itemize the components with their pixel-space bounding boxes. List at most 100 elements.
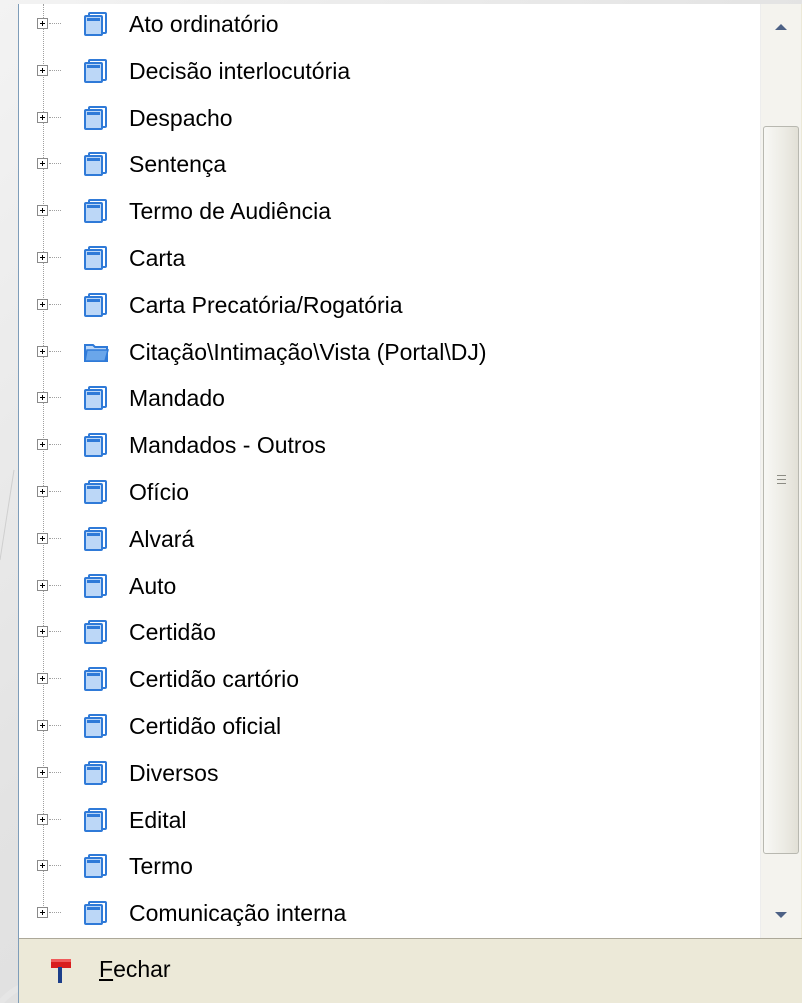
- document-folder-icon: [83, 152, 109, 177]
- red-flag-icon: [51, 959, 71, 983]
- tree-branch-line: [49, 210, 61, 212]
- document-folder-icon: [83, 246, 109, 270]
- document-type-panel: Ato ordinatório Decisão interlocutória Des…: [18, 4, 802, 1003]
- tree-item[interactable]: Carta: [19, 238, 760, 278]
- scroll-up-button[interactable]: [763, 8, 799, 46]
- expand-plus-icon[interactable]: [37, 579, 48, 591]
- document-folder-icon: [83, 526, 109, 551]
- tree-item-label: Mandados - Outros: [129, 432, 326, 459]
- tree-item[interactable]: Termo de Audiência: [19, 191, 760, 231]
- document-folder-icon: [83, 714, 109, 738]
- arrow-down-icon: [775, 912, 787, 918]
- tree-item[interactable]: Edital: [19, 800, 760, 840]
- close-button[interactable]: Fechar: [47, 951, 217, 987]
- expand-plus-icon[interactable]: [37, 252, 48, 263]
- expand-plus-icon[interactable]: [37, 111, 48, 123]
- close-button-label: Fechar: [99, 956, 171, 982]
- tree-item-label: Certidão cartório: [129, 666, 300, 693]
- panel-footer: Fechar: [19, 938, 802, 1003]
- tree-item[interactable]: Certidão: [19, 612, 760, 652]
- tree-item[interactable]: Ofício: [19, 472, 760, 512]
- tree-item[interactable]: Mandado: [19, 378, 760, 418]
- tree-item-label: Ofício: [129, 479, 190, 505]
- tree-branch-line: [49, 397, 61, 399]
- open-folder-icon: [83, 340, 109, 364]
- expand-plus-icon[interactable]: [37, 860, 48, 872]
- tree-item-label: Edital: [129, 806, 187, 833]
- tree-item-label: Diversos: [129, 759, 219, 786]
- tree-branch-line: [49, 678, 61, 680]
- tree-item[interactable]: Decisão interlocutória: [19, 51, 760, 91]
- tree-item[interactable]: Auto: [19, 566, 760, 606]
- expand-plus-icon[interactable]: [37, 205, 48, 217]
- document-folder-icon: [83, 760, 109, 785]
- document-folder-icon: [83, 58, 109, 83]
- tree-item[interactable]: Mandados - Outros: [19, 425, 760, 465]
- tree-item-label: Carta: [129, 245, 186, 271]
- expand-plus-icon[interactable]: [37, 345, 48, 357]
- document-folder-icon: [83, 573, 109, 598]
- tree-item[interactable]: Certidão oficial: [19, 706, 760, 746]
- tree-branch-line: [49, 865, 61, 867]
- tree-item-label: Decisão interlocutória: [129, 57, 351, 84]
- expand-plus-icon[interactable]: [37, 64, 48, 76]
- expand-plus-icon[interactable]: [37, 439, 48, 451]
- tree-branch-line: [49, 444, 61, 446]
- expand-plus-icon[interactable]: [37, 766, 48, 778]
- tree-item[interactable]: Termo: [19, 846, 760, 886]
- tree-item-label: Comunicação interna: [129, 900, 347, 927]
- document-folder-icon: [83, 292, 109, 317]
- scroll-down-button[interactable]: [763, 896, 799, 934]
- expand-plus-icon[interactable]: [37, 18, 48, 29]
- expand-plus-icon[interactable]: [37, 486, 48, 497]
- tree-item-label: Termo de Audiência: [129, 198, 332, 225]
- tree-branch-line: [49, 23, 61, 24]
- tree-branch-line: [49, 257, 61, 258]
- document-folder-icon: [83, 199, 109, 224]
- expand-plus-icon[interactable]: [37, 673, 48, 685]
- tree-branch-line: [49, 116, 61, 118]
- expand-plus-icon[interactable]: [37, 813, 48, 825]
- expand-plus-icon[interactable]: [37, 626, 48, 638]
- tree-item-label: Alvará: [129, 525, 195, 552]
- tree-item[interactable]: Alvará: [19, 519, 760, 559]
- document-folder-icon: [83, 620, 109, 645]
- arrow-up-icon: [775, 24, 787, 30]
- tree-item[interactable]: Comunicação interna: [19, 893, 760, 933]
- expand-plus-icon[interactable]: [37, 158, 48, 170]
- tree-branch-line: [49, 163, 61, 165]
- expand-plus-icon[interactable]: [37, 720, 48, 731]
- document-folder-icon: [83, 901, 109, 926]
- tree-item[interactable]: Certidão cartório: [19, 659, 760, 699]
- tree-branch-line: [49, 584, 61, 586]
- tree-branch-line: [49, 771, 61, 773]
- tree-item[interactable]: Despacho: [19, 98, 760, 138]
- tree-branch-line: [49, 818, 61, 820]
- tree-item-label: Mandado: [129, 385, 225, 412]
- tree-item-label: Despacho: [129, 104, 233, 131]
- vertical-scrollbar[interactable]: [760, 4, 801, 938]
- document-folder-icon: [83, 386, 109, 411]
- scrollbar-thumb[interactable]: [763, 126, 799, 854]
- tree-item[interactable]: Ato ordinatório: [19, 4, 760, 44]
- tree-item-label: Carta Precatória/Rogatória: [129, 291, 403, 318]
- tree-item-label: Certidão oficial: [129, 713, 282, 739]
- tree-branch-line: [49, 303, 61, 305]
- expand-plus-icon[interactable]: [37, 298, 48, 310]
- tree-item[interactable]: Diversos: [19, 753, 760, 793]
- tree-item-label: Certidão: [129, 619, 216, 646]
- grip-icon: [777, 475, 786, 487]
- document-type-tree[interactable]: Ato ordinatório Decisão interlocutória Des…: [19, 4, 760, 938]
- document-folder-icon: [83, 12, 109, 36]
- document-folder-icon: [83, 854, 109, 879]
- expand-plus-icon[interactable]: [37, 392, 48, 404]
- tree-item[interactable]: Sentença: [19, 144, 760, 184]
- expand-plus-icon[interactable]: [37, 907, 48, 919]
- tree-item[interactable]: Carta Precatória/Rogatória: [19, 285, 760, 325]
- tree-branch-line: [49, 537, 61, 539]
- tree-item-label: Auto: [129, 572, 177, 599]
- tree-item[interactable]: Citação\Intimação\Vista (Portal\DJ): [19, 332, 760, 372]
- expand-plus-icon[interactable]: [37, 532, 48, 544]
- tree-branch-line: [49, 912, 61, 914]
- tree-branch-line: [49, 491, 61, 492]
